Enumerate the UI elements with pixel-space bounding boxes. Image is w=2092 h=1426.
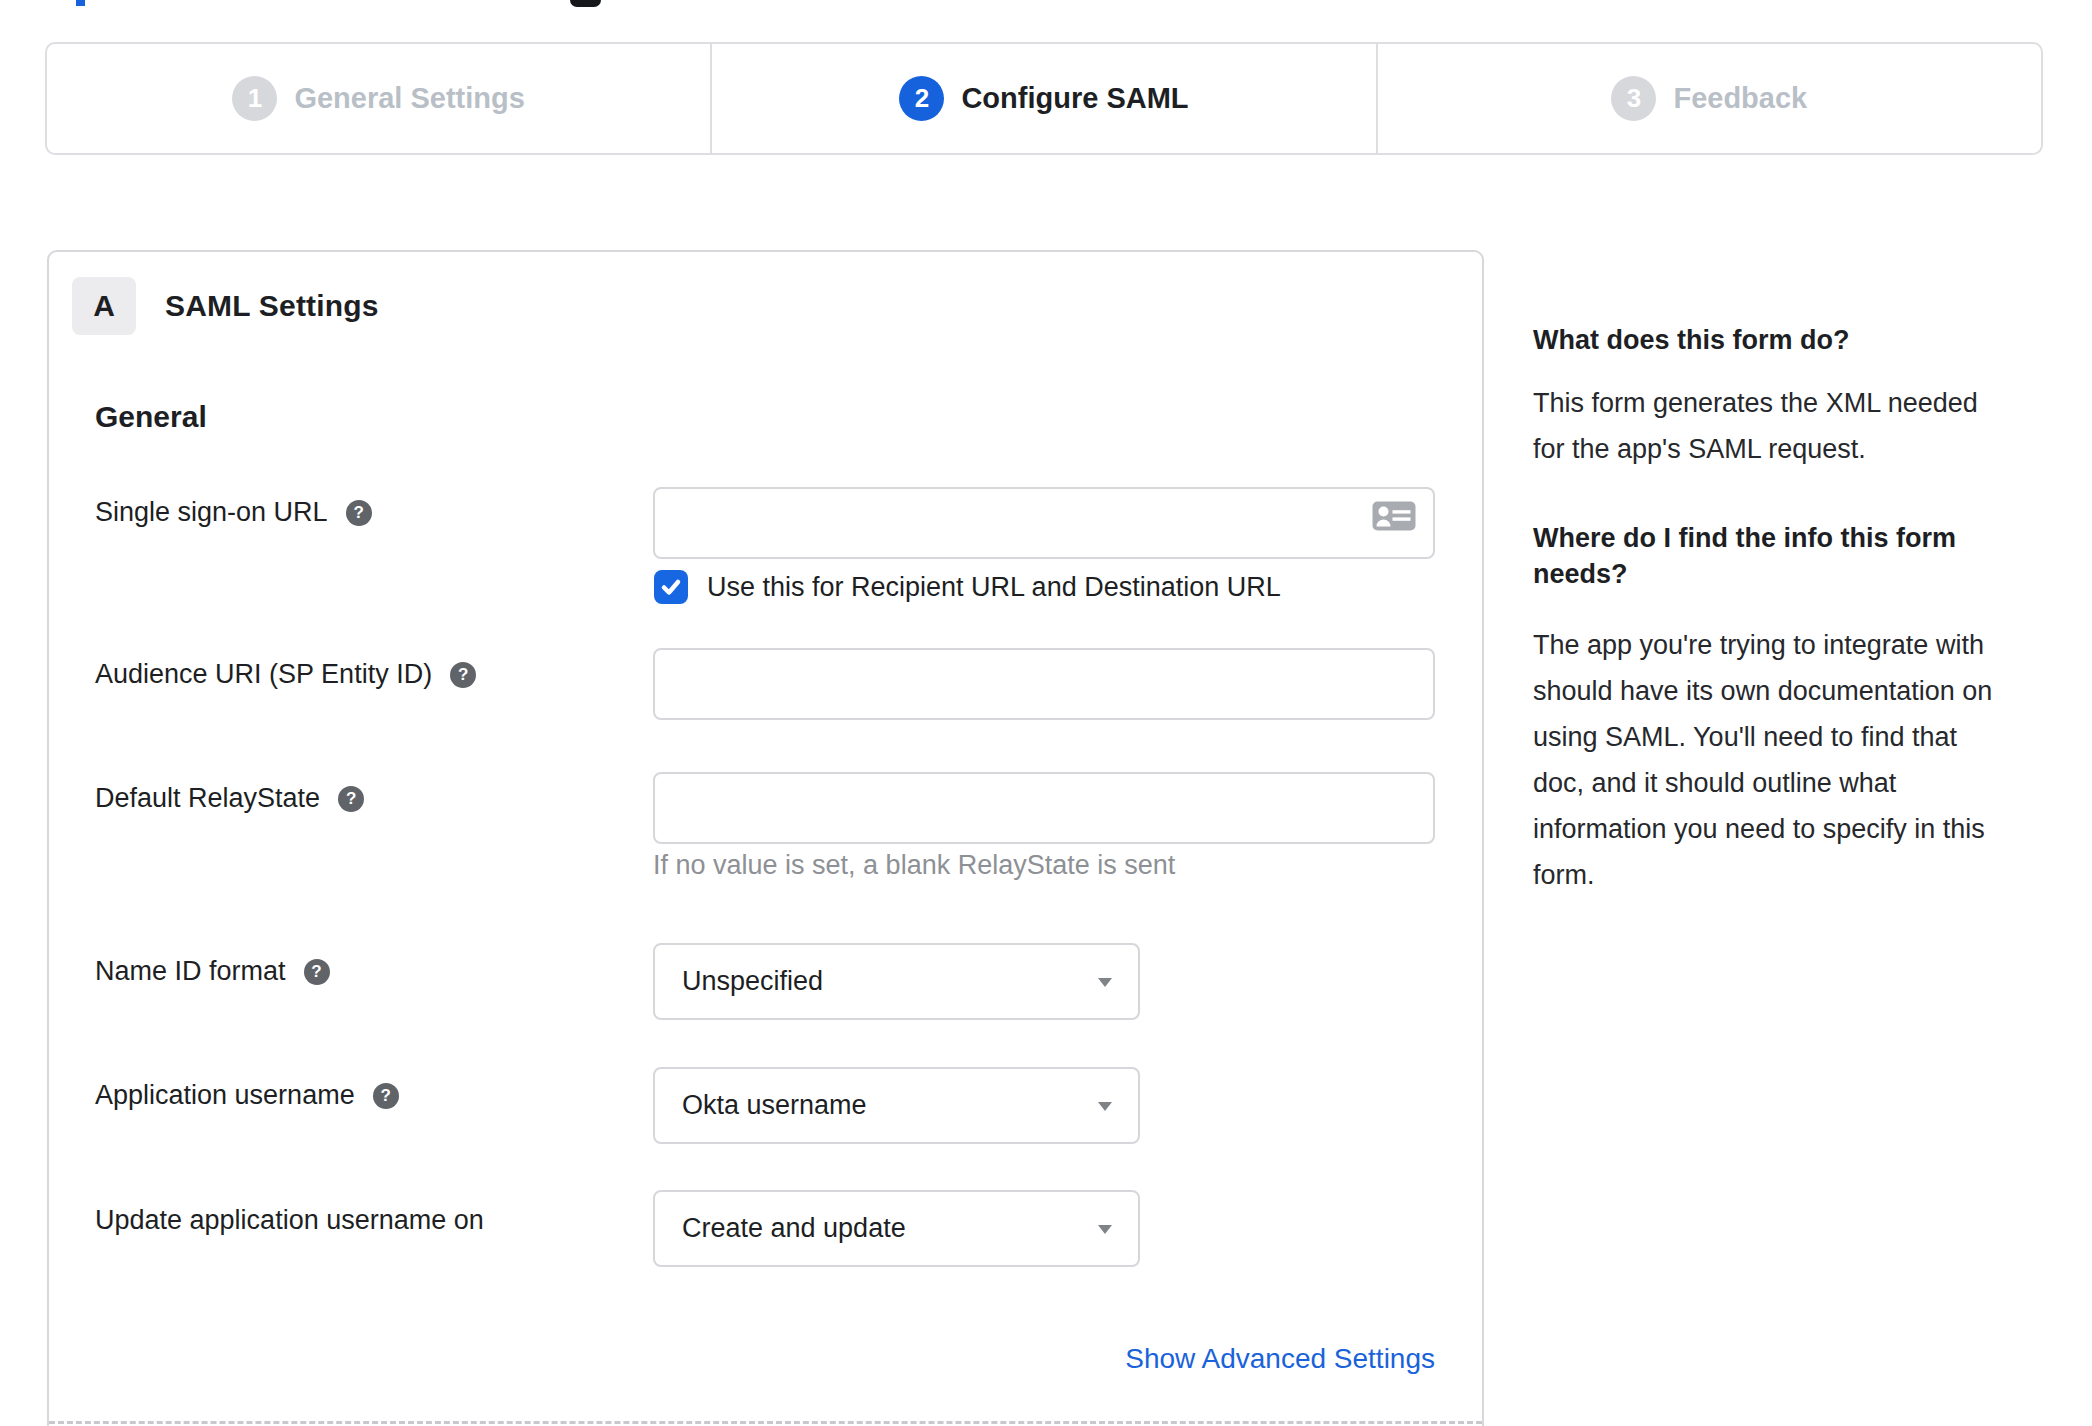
wizard-stepper: 1 General Settings 2 Configure SAML 3 Fe… <box>45 42 2043 155</box>
help-sidebar: What does this form do? This form genera… <box>1533 322 2073 946</box>
app-username-value: Okta username <box>682 1090 867 1121</box>
update-username-value: Create and update <box>682 1213 906 1244</box>
app-username-help-icon[interactable]: ? <box>373 1083 399 1109</box>
recipient-url-checkbox[interactable] <box>654 570 688 604</box>
check-icon <box>659 575 683 599</box>
cutoff-blue-fragment <box>76 0 85 6</box>
sso-url-label-row: Single sign-on URL ? <box>95 497 372 528</box>
name-id-format-select[interactable]: Unspecified <box>653 943 1140 1020</box>
relaystate-label-row: Default RelayState ? <box>95 783 364 814</box>
general-section-heading: General <box>95 400 207 434</box>
dropdown-caret-icon <box>1098 978 1112 987</box>
step-3-number: 3 <box>1611 76 1656 121</box>
app-username-select[interactable]: Okta username <box>653 1067 1140 1144</box>
section-a-badge: A <box>72 277 136 335</box>
audience-uri-label: Audience URI (SP Entity ID) <box>95 659 432 690</box>
recipient-url-checkbox-label: Use this for Recipient URL and Destinati… <box>707 572 1281 603</box>
step-2-label: Configure SAML <box>961 82 1188 115</box>
step-2-number: 2 <box>899 76 944 121</box>
dropdown-caret-icon <box>1098 1225 1112 1234</box>
relaystate-hint: If no value is set, a blank RelayState i… <box>653 850 1175 881</box>
step-1-label: General Settings <box>294 82 524 115</box>
sidebar-question-2: Where do I find the info this form needs… <box>1533 520 2073 592</box>
step-1-number: 1 <box>232 76 277 121</box>
sidebar-answer-1: This form generates the XML needed for t… <box>1533 380 2073 472</box>
step-configure-saml[interactable]: 2 Configure SAML <box>710 44 1375 153</box>
show-advanced-settings-link[interactable]: Show Advanced Settings <box>1125 1343 1435 1375</box>
relaystate-label: Default RelayState <box>95 783 320 814</box>
audience-uri-label-row: Audience URI (SP Entity ID) ? <box>95 659 476 690</box>
panel-title: SAML Settings <box>165 277 379 335</box>
app-username-label: Application username <box>95 1080 355 1111</box>
update-username-select[interactable]: Create and update <box>653 1190 1140 1267</box>
sso-url-help-icon[interactable]: ? <box>346 500 372 526</box>
name-id-format-label-row: Name ID format ? <box>95 956 330 987</box>
audience-uri-help-icon[interactable]: ? <box>450 662 476 688</box>
section-divider <box>49 1421 1482 1424</box>
saml-settings-panel: A SAML Settings General Single sign-on U… <box>47 250 1484 1426</box>
relaystate-input[interactable] <box>653 772 1435 844</box>
sso-url-label: Single sign-on URL <box>95 497 328 528</box>
relaystate-help-icon[interactable]: ? <box>338 786 364 812</box>
sidebar-answer-2: The app you're trying to integrate with … <box>1533 622 2073 898</box>
name-id-format-value: Unspecified <box>682 966 823 997</box>
step-feedback[interactable]: 3 Feedback <box>1376 44 2041 153</box>
app-username-label-row: Application username ? <box>95 1080 399 1111</box>
dropdown-caret-icon <box>1098 1102 1112 1111</box>
name-id-format-label: Name ID format <box>95 956 286 987</box>
cutoff-dark-icon-fragment <box>570 0 601 7</box>
update-username-label: Update application username on <box>95 1205 484 1236</box>
contact-card-icon[interactable] <box>1372 501 1416 531</box>
step-general-settings[interactable]: 1 General Settings <box>47 44 710 153</box>
step-3-label: Feedback <box>1673 82 1807 115</box>
sidebar-question-1: What does this form do? <box>1533 322 2073 358</box>
audience-uri-input[interactable] <box>653 648 1435 720</box>
sso-url-input[interactable] <box>653 487 1435 559</box>
name-id-format-help-icon[interactable]: ? <box>304 959 330 985</box>
update-username-label-row: Update application username on <box>95 1205 484 1236</box>
